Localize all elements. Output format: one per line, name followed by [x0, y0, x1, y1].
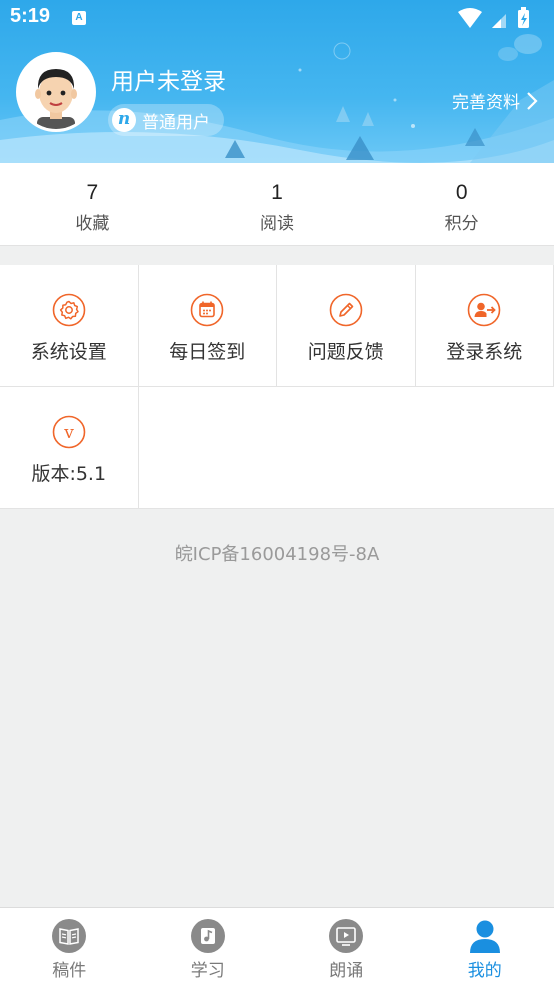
music-note-icon — [190, 919, 225, 953]
stat-value: 1 — [271, 181, 283, 204]
pencil-icon — [329, 293, 363, 327]
nav-mine[interactable]: 我的 — [416, 908, 554, 984]
svg-text:v: v — [63, 423, 74, 443]
video-icon — [329, 919, 364, 953]
wifi-icon — [458, 8, 482, 28]
menu-label: 系统设置 — [30, 341, 107, 363]
menu-login[interactable]: 登录系统 — [416, 265, 554, 387]
stat-reading[interactable]: 1 阅读 — [185, 163, 370, 245]
stat-favorites[interactable]: 7 收藏 — [0, 163, 185, 245]
menu-label: 版本:5.1 — [31, 463, 107, 485]
person-icon — [469, 920, 500, 953]
nav-label: 朗诵 — [329, 961, 364, 981]
username[interactable]: 用户未登录 — [111, 62, 226, 96]
nav-label: 学习 — [190, 961, 225, 981]
icp-license: 皖ICP备16004198号-8A — [174, 544, 380, 565]
menu-empty-slot — [139, 387, 554, 508]
avatar[interactable] — [16, 52, 96, 132]
menu-feedback[interactable]: 问题反馈 — [277, 265, 416, 387]
badge-n-icon: n — [112, 108, 136, 132]
login-icon — [467, 293, 501, 327]
menu-grid: 系统设置 每日签到 问题反馈 登录系统 v 版本:5.1 — [0, 265, 554, 509]
complete-profile-label: 完善资料 — [452, 93, 520, 113]
stat-points[interactable]: 0 积分 — [369, 163, 554, 245]
version-icon: v — [52, 415, 86, 449]
menu-daily-checkin[interactable]: 每日签到 — [139, 265, 277, 387]
stats-bar: 7 收藏 1 阅读 0 积分 — [0, 163, 554, 246]
calendar-icon — [190, 293, 224, 327]
stat-value: 7 — [86, 181, 99, 204]
complete-profile-link[interactable]: 完善资料 — [452, 88, 538, 113]
nav-manuscripts[interactable]: 稿件 — [0, 908, 139, 984]
menu-label: 登录系统 — [446, 341, 523, 363]
stat-label: 积分 — [444, 214, 479, 234]
bottom-nav: 稿件 学习 朗诵 我的 — [0, 907, 554, 984]
nav-recitation[interactable]: 朗诵 — [277, 908, 416, 984]
stat-label: 收藏 — [75, 214, 110, 234]
user-level-badge: n 普通用户 — [108, 104, 224, 136]
status-bar: 5:19 A — [0, 0, 554, 36]
menu-label: 问题反馈 — [307, 341, 384, 363]
menu-system-settings[interactable]: 系统设置 — [0, 265, 139, 387]
chevron-right-icon — [527, 91, 538, 110]
nav-label: 我的 — [467, 961, 502, 981]
gear-icon — [52, 293, 86, 327]
stat-value: 0 — [455, 181, 468, 204]
menu-label: 每日签到 — [169, 341, 246, 363]
nav-label: 稿件 — [52, 961, 87, 981]
menu-version[interactable]: v 版本:5.1 — [0, 387, 139, 509]
user-level-label: 普通用户 — [142, 112, 210, 133]
nav-study[interactable]: 学习 — [139, 908, 278, 984]
notification-icon: A — [72, 11, 86, 25]
status-icons — [458, 7, 529, 28]
stat-label: 阅读 — [260, 214, 294, 234]
profile-header: 5:19 A 用户未登录 n 普通用户 完善资料 — [0, 0, 554, 163]
book-icon — [52, 919, 87, 953]
status-time: 5:19 — [10, 5, 51, 27]
avatar-face-icon — [19, 55, 93, 129]
